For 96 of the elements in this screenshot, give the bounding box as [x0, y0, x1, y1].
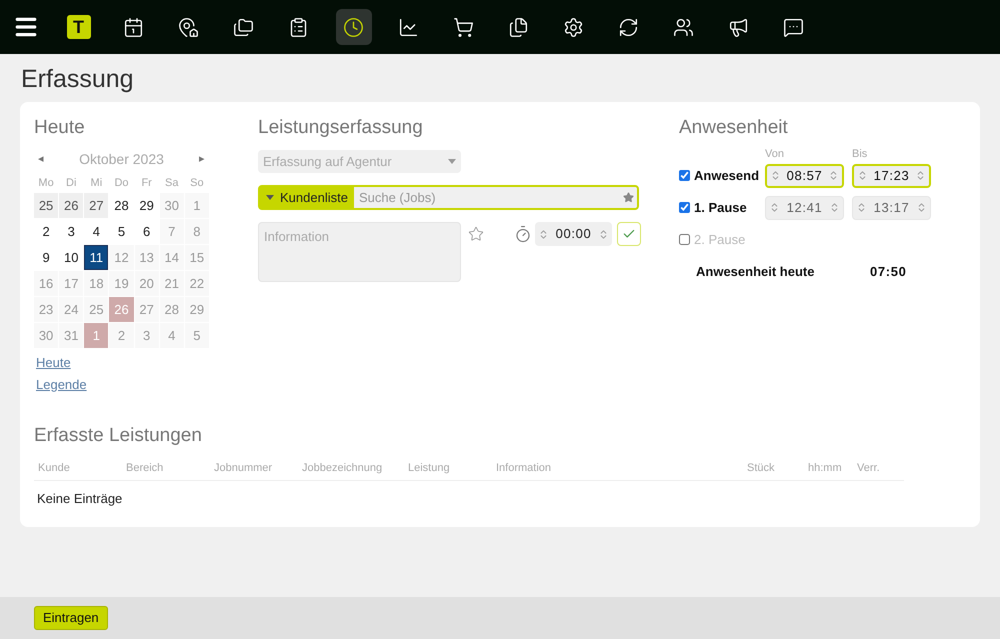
total-label: Anwesenheit heute: [696, 262, 816, 280]
spinner-icon[interactable]: [828, 170, 839, 181]
month-label: Oktober 2023: [78, 150, 165, 169]
spinner-icon[interactable]: [856, 202, 867, 213]
spinner-icon[interactable]: [915, 170, 926, 181]
calendar-day[interactable]: 2: [109, 323, 134, 348]
time-field[interactable]: 13:17: [852, 196, 931, 220]
star-icon[interactable]: [468, 226, 484, 242]
calendar-day[interactable]: 14: [160, 245, 184, 270]
column-label: Von: [765, 147, 785, 162]
spinner-icon[interactable]: [857, 170, 868, 181]
section-title: Anwesenheit: [679, 116, 789, 140]
calendar-day[interactable]: 27: [134, 297, 159, 322]
checkbox-label: Anwesend: [694, 166, 760, 185]
calendar-day[interactable]: 20: [134, 271, 159, 296]
calendar-day[interactable]: 25: [84, 297, 108, 322]
column-header: Bereich: [125, 461, 164, 476]
stopwatch-icon[interactable]: [514, 225, 532, 243]
spinner-icon[interactable]: [538, 228, 549, 240]
star-icon[interactable]: [623, 192, 634, 203]
caret-icon: [266, 195, 274, 200]
calendar-day[interactable]: 31: [59, 323, 84, 348]
calendar-day[interactable]: 28: [160, 297, 184, 322]
calendar-day[interactable]: 23: [34, 297, 58, 322]
calendar-day[interactable]: 30: [160, 193, 184, 218]
spinner-icon[interactable]: [829, 202, 840, 213]
submit-button[interactable]: Eintragen: [34, 606, 108, 630]
calendar-day[interactable]: 25: [34, 193, 58, 218]
calendar-day[interactable]: 1: [84, 323, 108, 348]
section-title: Heute: [34, 116, 86, 140]
time-field[interactable]: 08:57: [765, 164, 844, 188]
weekday-label: Di: [65, 176, 78, 191]
spinner-icon[interactable]: [770, 170, 781, 181]
calendar-link[interactable]: Legende: [34, 374, 89, 394]
calendar-day[interactable]: 5: [184, 323, 209, 348]
weekday-label: Mo: [37, 176, 55, 191]
calendar-day[interactable]: 3: [134, 323, 159, 348]
calendar-day[interactable]: 21: [160, 271, 184, 296]
confirm-button[interactable]: [617, 222, 641, 246]
calendar-day[interactable]: 11: [84, 245, 108, 270]
calendar-day[interactable]: 17: [59, 271, 84, 296]
duration-field[interactable]: 00:00: [535, 222, 612, 246]
total-value: 07:50: [870, 262, 906, 280]
weekday-label: So: [189, 176, 205, 191]
column-header: Leistung: [407, 461, 451, 476]
spinner-icon[interactable]: [769, 202, 780, 213]
section-title: Erfasste Leistungen: [34, 424, 203, 448]
logo[interactable]: T: [66, 15, 90, 39]
checkbox-label: 2. Pause: [694, 230, 746, 249]
weekday-label: Fr: [140, 176, 153, 191]
calendar-day[interactable]: 18: [84, 271, 108, 296]
checkbox[interactable]: [679, 202, 690, 213]
column-header: Jobbezeichnung: [301, 461, 384, 476]
calendar-day[interactable]: 15: [184, 245, 209, 270]
calendar-day[interactable]: 29: [184, 297, 209, 322]
checkbox-label: 1. Pause: [694, 198, 747, 217]
calendar-day[interactable]: 22: [184, 271, 209, 296]
calendar-day[interactable]: 8: [184, 219, 209, 244]
calendar-day[interactable]: 26: [109, 297, 134, 322]
calendar-day[interactable]: 12: [109, 245, 134, 270]
column-header: Information: [495, 461, 552, 476]
section-title: Leistungserfassung: [258, 116, 424, 140]
mode-dropdown[interactable]: Erfassung auf Agentur: [258, 150, 461, 173]
column-header: Jobnummer: [213, 461, 274, 476]
empty-message: Keine Einträge: [36, 490, 124, 508]
previous-month-button[interactable]: ◂: [34, 151, 48, 168]
weekday-label: Mi: [90, 176, 104, 191]
calendar-day[interactable]: 13: [134, 245, 159, 270]
next-month-button[interactable]: ▸: [195, 151, 209, 168]
calendar-day[interactable]: 7: [160, 219, 184, 244]
time-field[interactable]: 17:23: [852, 164, 931, 188]
spinner-icon[interactable]: [916, 202, 927, 213]
calendar-day[interactable]: 19: [109, 271, 134, 296]
calendar-day[interactable]: 24: [59, 297, 84, 322]
checkbox[interactable]: [679, 170, 690, 181]
information-field[interactable]: Information: [258, 222, 461, 282]
calendar-link[interactable]: Heute: [34, 353, 73, 372]
calendar-day[interactable]: 27: [84, 193, 108, 218]
column-header: Kunde: [37, 461, 71, 476]
calendar-day[interactable]: 1: [184, 193, 209, 218]
page-title: Erfassung: [21, 64, 135, 94]
calendar-day[interactable]: 30: [34, 323, 58, 348]
calendar-day[interactable]: 26: [59, 193, 84, 218]
column-header: hh:mm: [807, 461, 843, 476]
weekday-label: Do: [113, 176, 130, 191]
column-header: Verr.: [856, 461, 881, 476]
column-header: Stück: [746, 461, 776, 476]
calendar-day[interactable]: 4: [160, 323, 184, 348]
calendar-day[interactable]: 16: [34, 271, 58, 296]
checkbox[interactable]: [679, 234, 690, 245]
weekday-label: Sa: [164, 176, 180, 191]
caret-icon: [448, 159, 456, 164]
column-label: Bis: [852, 147, 868, 162]
clock-icon[interactable]: [336, 9, 372, 45]
spinner-icon[interactable]: [598, 228, 609, 240]
time-field[interactable]: 12:41: [765, 196, 844, 220]
